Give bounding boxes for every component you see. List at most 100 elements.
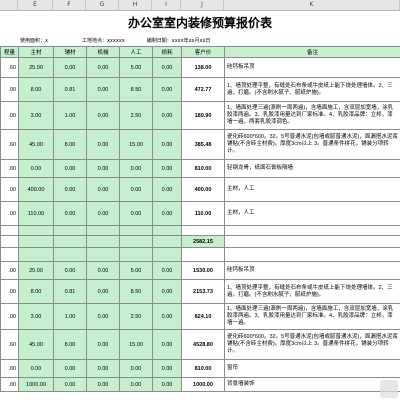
remark-cell[interactable]: 1、墙顶处理平整，有缝处石布条或牛皮纸上能下烧处理墙体。2、三遍，打磨。(不含刷… (224, 279, 400, 304)
table-cell[interactable]: 8.50 (119, 77, 153, 102)
table-cell[interactable]: 0.00 (119, 201, 153, 226)
table-cell[interactable]: 0.00 (53, 159, 87, 178)
header-cell[interactable]: 程量 (0, 46, 19, 58)
table-cell[interactable]: .00 (0, 101, 19, 130)
table-cell[interactable]: .00 (0, 261, 19, 280)
table-cell[interactable]: 0.00 (119, 377, 153, 392)
remark-cell[interactable]: 硅钙板吊顶 (224, 57, 400, 78)
table-cell[interactable]: .00 (0, 279, 19, 304)
table-cell[interactable]: 0.00 (152, 261, 182, 280)
table-cell[interactable]: 0.00 (119, 359, 153, 378)
table-cell[interactable]: 45.00 (18, 329, 54, 360)
header-cell[interactable]: 客户价 (181, 46, 225, 58)
table-cell[interactable]: 0.00 (86, 57, 120, 78)
table-cell[interactable]: 0.00 (86, 159, 120, 178)
table-cell[interactable]: 8.50 (119, 279, 153, 304)
remark-cell[interactable]: 1、墙面处理三遍(滚刷一周两遍)，含墙面施工，含双层加宽墙，涂乳胶漆两遍。3、乳… (224, 101, 400, 130)
table-cell[interactable]: 0.00 (86, 201, 120, 226)
table-cell[interactable]: .00 (0, 359, 19, 378)
price-cell[interactable]: 385.48 (181, 129, 225, 160)
table-cell[interactable]: .00 (0, 201, 19, 226)
remark-cell[interactable]: 背景墙装饰 (224, 377, 400, 392)
table-cell[interactable] (152, 235, 182, 248)
table-cell[interactable]: 0.00 (119, 159, 153, 178)
table-cell[interactable]: 8.00 (18, 279, 54, 304)
table-cell[interactable]: 0.00 (152, 377, 182, 392)
price-cell[interactable]: 180.90 (181, 101, 225, 130)
table-cell[interactable]: 0.00 (152, 359, 182, 378)
column-header[interactable] (0, 0, 18, 10)
price-cell[interactable]: 2153.73 (181, 279, 225, 304)
table-cell[interactable]: 2.50 (119, 303, 153, 330)
table-cell[interactable]: 0.00 (152, 101, 182, 130)
table-cell[interactable]: 0.00 (86, 303, 120, 330)
table-cell[interactable] (18, 247, 54, 262)
column-header[interactable]: I (152, 0, 181, 10)
table-cell[interactable]: 0.00 (152, 129, 182, 160)
table-cell[interactable]: 110.00 (18, 201, 54, 226)
table-cell[interactable]: 0.00 (53, 57, 87, 78)
table-cell[interactable]: 0.00 (152, 279, 182, 304)
remark-cell[interactable] (224, 225, 400, 236)
price-cell[interactable] (181, 225, 225, 236)
table-cell[interactable]: 25.00 (18, 261, 54, 280)
table-cell[interactable]: 0.00 (53, 359, 87, 378)
price-cell[interactable]: 110.00 (181, 201, 225, 226)
column-header[interactable]: E (18, 0, 53, 10)
table-cell[interactable]: 0.00 (86, 377, 120, 392)
header-cell[interactable]: 损耗 (152, 46, 182, 58)
table-cell[interactable]: 0.00 (86, 101, 120, 130)
table-cell[interactable] (86, 247, 120, 262)
table-cell[interactable]: 0.00 (18, 359, 54, 378)
remark-cell[interactable]: 轻钢龙骨，纸面石膏板隔墙 (224, 159, 400, 178)
table-cell[interactable]: 0.00 (152, 77, 182, 102)
table-cell[interactable] (53, 225, 87, 236)
table-cell[interactable]: 0.00 (53, 377, 87, 392)
price-cell[interactable]: 810.00 (181, 359, 225, 378)
table-cell[interactable]: 0.81 (53, 77, 87, 102)
table-cell[interactable] (119, 235, 153, 248)
price-cell[interactable]: 810.00 (181, 159, 225, 178)
header-cell[interactable]: 备注 (224, 46, 400, 58)
remark-cell[interactable] (224, 235, 400, 248)
table-cell[interactable]: 0.00 (18, 159, 54, 178)
table-cell[interactable]: 2.50 (119, 101, 153, 130)
table-cell[interactable] (0, 247, 19, 262)
remark-cell[interactable]: 主材，人工 (224, 177, 400, 202)
table-cell[interactable]: 0.00 (86, 329, 120, 360)
table-cell[interactable]: 3.00 (18, 303, 54, 330)
table-cell[interactable] (152, 225, 182, 236)
remark-cell[interactable]: 1、墙面处理三遍(滚刷一周两遍)，含墙面施工，含双层加宽墙，涂乳胶漆两遍。3、乳… (224, 303, 400, 330)
table-cell[interactable]: 0.00 (86, 129, 120, 160)
table-cell[interactable]: 15.00 (119, 329, 153, 360)
table-cell[interactable]: 0.00 (86, 359, 120, 378)
table-cell[interactable]: .00 (0, 177, 19, 202)
table-cell[interactable]: 8.00 (18, 77, 54, 102)
header-cell[interactable]: 机械 (86, 46, 120, 58)
header-cell[interactable]: 人工 (119, 46, 153, 58)
table-cell[interactable]: 0.00 (53, 261, 87, 280)
price-cell[interactable]: 824.10 (181, 303, 225, 330)
table-cell[interactable] (53, 235, 87, 248)
table-cell[interactable] (18, 225, 54, 236)
table-cell[interactable]: 0.00 (53, 201, 87, 226)
table-cell[interactable] (86, 225, 120, 236)
table-cell[interactable]: 0.00 (152, 303, 182, 330)
column-header[interactable]: H (119, 0, 152, 10)
table-cell[interactable]: 0.00 (152, 159, 182, 178)
price-cell[interactable] (181, 247, 225, 262)
column-header[interactable]: F (53, 0, 86, 10)
table-cell[interactable]: 0.00 (152, 329, 182, 360)
table-cell[interactable]: 8.00 (53, 129, 87, 160)
table-cell[interactable]: 3.00 (18, 101, 54, 130)
table-cell[interactable] (0, 235, 19, 248)
table-cell[interactable]: .60 (0, 129, 19, 160)
table-cell[interactable] (152, 247, 182, 262)
remark-cell[interactable]: 瓷化砖600*600。32。5号普通水泥(包墙或腻普通水泥)，面漏搭水泥浆铺贴(… (224, 129, 400, 160)
table-cell[interactable] (119, 225, 153, 236)
table-cell[interactable]: 0.00 (152, 177, 182, 202)
table-cell[interactable]: 25.00 (18, 57, 54, 78)
header-cell[interactable]: 辅材 (53, 46, 87, 58)
table-cell[interactable]: 0.00 (152, 201, 182, 226)
price-cell[interactable]: 1530.00 (181, 261, 225, 280)
